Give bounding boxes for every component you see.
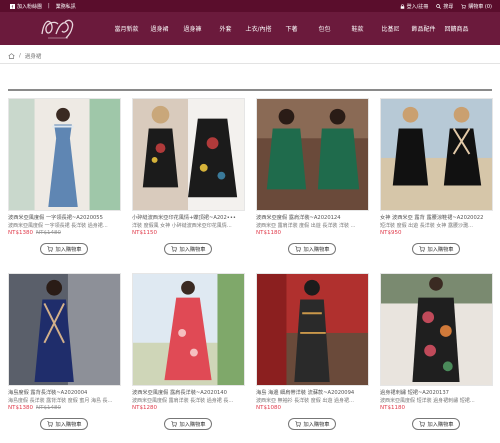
nav-item-rewards[interactable]: 回饋商品 — [440, 24, 473, 33]
cart-icon — [461, 4, 467, 9]
nav-item-dress[interactable]: 過身裙 — [143, 24, 176, 33]
product-price: NT$1380 — [8, 230, 33, 236]
login-link[interactable]: 登入/註冊 — [400, 3, 428, 10]
add-to-cart-button[interactable]: 加入購物車 — [164, 243, 212, 255]
product-image[interactable] — [8, 273, 121, 386]
add-to-cart-button[interactable]: 加入購物車 — [164, 418, 212, 430]
cart-icon — [294, 421, 301, 427]
nav-item-jacket[interactable]: 外套 — [209, 24, 242, 33]
product-card[interactable]: 小碎縫波西米亞印花風情+蝶頂裙~A202••• 洋裝 度假風 女神 小碎縫波西米… — [132, 98, 245, 268]
product-image[interactable] — [256, 273, 369, 386]
product-title[interactable]: 波西米亞度假 露肩洋裝~A2020124 — [256, 214, 369, 221]
divider — [0, 63, 500, 64]
product-card[interactable]: 過身裙刺繡 短裙~A2020137 波西米亞風度假 短洋裝 過身裙刺繡 短裙… … — [380, 273, 493, 443]
nav-item-bottoms[interactable]: 下著 — [275, 24, 308, 33]
cart-icon — [170, 246, 177, 252]
product-image[interactable] — [380, 98, 493, 211]
product-description: 波西米亞風度假 露肩洋裝 長洋裝 過身裙 長… — [132, 398, 234, 404]
cart-icon — [170, 421, 177, 427]
product-price: NT$950 — [380, 230, 402, 236]
facebook-link[interactable]: f 加入粉絲團 — [10, 3, 42, 10]
product-original-price: NT$1480 — [35, 230, 61, 236]
line-link[interactable]: 業務私訊 — [56, 3, 76, 10]
top-utility-bar: f 加入粉絲團 | 業務私訊 登入/註冊 搜尋 購物車 (0) — [0, 0, 500, 12]
product-title[interactable]: 波西米亞風度假 一字領長裙~A2020055 — [8, 214, 121, 221]
product-price: NT$1180 — [380, 405, 405, 411]
add-to-cart-button[interactable]: 加入購物車 — [412, 243, 460, 255]
product-title[interactable]: 過身裙刺繡 短裙~A2020137 — [380, 389, 493, 396]
search-icon — [436, 4, 442, 9]
product-description: 洋裝 度假風 女神 小碎縫波西米亞印花風情… — [132, 223, 232, 229]
product-card[interactable]: 波西米亞度假 露肩洋裝~A2020124 波西米亞 露肩洋裝 度假 出遊 長洋裝… — [256, 98, 369, 268]
product-card[interactable]: 波西米亞風度假 露肩長洋裝~A2020140 波西米亞風度假 露肩洋裝 長洋裝 … — [132, 273, 245, 443]
nav-item-accessories[interactable]: 飾品配件 — [407, 24, 440, 33]
product-title[interactable]: 波西米亞風度假 露肩長洋裝~A2020140 — [132, 389, 245, 396]
nav-item-shoes[interactable]: 鞋款 — [341, 24, 374, 33]
product-card[interactable]: 女神 波西米亞 露背 露腰涼鞋裙~A2020022 短洋裝 度假 出遊 長洋裝 … — [380, 98, 493, 268]
product-description: 波西米亞 露肩洋裝 度假 出遊 長洋裝 洋裝 … — [256, 223, 356, 229]
product-title[interactable]: 海島 海邊 細肩帶洋裝 流蘇款~A2020094 — [256, 389, 369, 396]
nav-item-bikini[interactable]: 比基尼 — [374, 24, 407, 33]
product-card[interactable]: 波西米亞風度假 一字領長裙~A2020055 波西米亞風度假 一字領長裙 長洋裝… — [8, 98, 121, 268]
product-price: NT$1080 — [256, 405, 281, 411]
cart-icon — [294, 246, 301, 252]
product-description: 波西米亞風度假 短洋裝 過身裙刺繡 短裙… — [380, 398, 475, 404]
facebook-icon: f — [10, 4, 15, 9]
add-to-cart-button[interactable]: 加入購物車 — [40, 418, 88, 430]
search-link[interactable]: 搜尋 — [436, 3, 453, 10]
product-card[interactable]: 海島度假 露背長洋裝~A2020004 海島度假 長洋裝 露背洋裝 度假 蜜月 … — [8, 273, 121, 443]
nav-item-tops[interactable]: 上衣/內搭 — [242, 24, 275, 33]
product-image[interactable] — [256, 98, 369, 211]
cart-icon — [46, 246, 53, 252]
product-description: 波西米亞 無袖衫 長洋裝 度假 出遊 過身裙… — [256, 398, 354, 404]
product-price: NT$1380 — [8, 405, 33, 411]
breadcrumb-current: 過身裙 — [24, 54, 42, 60]
product-title[interactable]: 女神 波西米亞 露背 露腰涼鞋裙~A2020022 — [380, 214, 493, 221]
cart-icon — [418, 421, 425, 427]
product-image[interactable] — [132, 98, 245, 211]
product-description: 短洋裝 度假 出遊 長洋裝 女神 露腰沙灘… — [380, 223, 473, 229]
product-image[interactable] — [380, 273, 493, 386]
add-to-cart-button[interactable]: 加入購物車 — [40, 243, 88, 255]
product-price: NT$1180 — [256, 230, 281, 236]
section-divider — [8, 89, 492, 91]
add-to-cart-button[interactable]: 加入購物車 — [288, 243, 336, 255]
breadcrumb: / 過身裙 — [8, 49, 41, 63]
nav-item-pants[interactable]: 過身褲 — [176, 24, 209, 33]
product-price: NT$1150 — [132, 230, 157, 236]
product-title[interactable]: 小碎縫波西米亞印花風情+蝶頂裙~A202••• — [132, 214, 245, 221]
product-original-price: NT$1480 — [35, 405, 61, 411]
product-description: 海島度假 長洋裝 露背洋裝 度假 蜜月 海島 長… — [8, 398, 113, 404]
product-card[interactable]: 海島 海邊 細肩帶洋裝 流蘇款~A2020094 波西米亞 無袖衫 長洋裝 度假… — [256, 273, 369, 443]
nav-item-bags[interactable]: 包包 — [308, 24, 341, 33]
cart-link[interactable]: 購物車 (0) — [461, 3, 492, 10]
add-to-cart-button[interactable]: 加入購物車 — [412, 418, 460, 430]
product-title[interactable]: 海島度假 露背長洋裝~A2020004 — [8, 389, 121, 396]
home-icon[interactable] — [8, 53, 15, 59]
product-description: 波西米亞風度假 一字領長裙 長洋裝 過身裙… — [8, 223, 108, 229]
product-image[interactable] — [132, 273, 245, 386]
nav-item-new[interactable]: 當月新款 — [110, 24, 143, 33]
lock-icon — [400, 4, 404, 9]
cart-icon — [46, 421, 53, 427]
main-nav-menu: 當月新款 過身裙 過身褲 外套 上衣/內搭 下著 包包 鞋款 比基尼 飾品配件 … — [110, 24, 473, 33]
brand-logo[interactable] — [38, 14, 78, 42]
add-to-cart-button[interactable]: 加入購物車 — [288, 418, 336, 430]
product-price: NT$1280 — [132, 405, 157, 411]
main-navbar: 當月新款 過身裙 過身褲 外套 上衣/內搭 下著 包包 鞋款 比基尼 飾品配件 … — [0, 12, 500, 45]
cart-icon — [418, 246, 425, 252]
product-image[interactable] — [8, 98, 121, 211]
